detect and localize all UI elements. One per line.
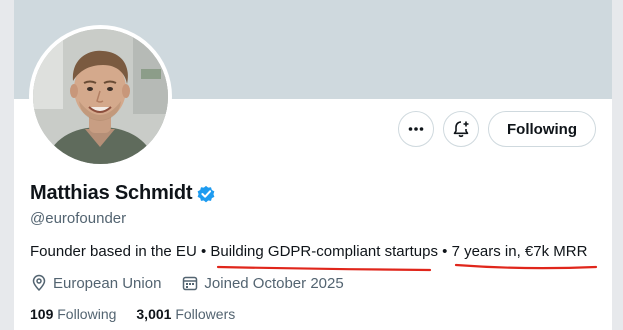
name-row: Matthias Schmidt bbox=[30, 182, 216, 205]
location-pin-icon bbox=[32, 274, 46, 292]
calendar-icon bbox=[183, 276, 198, 291]
bio-separator-1: • bbox=[196, 243, 211, 260]
avatar-ring[interactable] bbox=[29, 25, 172, 168]
following-button[interactable]: Following bbox=[488, 111, 596, 147]
bio-part-1: Founder based in the EU bbox=[30, 243, 197, 260]
profile-actions: Following bbox=[398, 111, 596, 147]
annotation-underline-1 bbox=[216, 265, 432, 272]
profile-meta: European Union Joined October 2025 bbox=[30, 274, 344, 292]
followers-count-link[interactable]: 3,001 Followers bbox=[136, 306, 235, 322]
bio-part-3: 7 years in, €7k MRR bbox=[451, 243, 588, 260]
followers-label: Followers bbox=[175, 306, 236, 322]
profile-card: Following Matthias Schmidt @eurofounder … bbox=[14, 0, 612, 330]
bell-plus-icon bbox=[453, 121, 469, 138]
display-name: Matthias Schmidt bbox=[30, 182, 193, 204]
location: European Union bbox=[30, 274, 161, 292]
user-handle: @eurofounder bbox=[30, 210, 127, 227]
notify-button[interactable] bbox=[443, 111, 480, 147]
more-horizontal-icon bbox=[408, 127, 424, 131]
bio: Founder based in the EU • Building GDPR-… bbox=[30, 243, 587, 260]
follow-stats: 109 Following 3,001 Followers bbox=[30, 306, 235, 322]
location-text: European Union bbox=[53, 274, 162, 292]
joined-text: Joined October 2025 bbox=[204, 274, 344, 292]
more-button[interactable] bbox=[398, 111, 435, 147]
joined-date: Joined October 2025 bbox=[181, 274, 344, 292]
annotation-underline-2 bbox=[454, 263, 598, 270]
bio-part-2: Building GDPR-compliant startups bbox=[210, 243, 438, 260]
avatar[interactable] bbox=[33, 29, 168, 164]
avatar-photo bbox=[33, 29, 168, 164]
followers-count: 3,001 bbox=[136, 306, 172, 322]
following-count-link[interactable]: 109 Following bbox=[30, 306, 116, 322]
following-count: 109 bbox=[30, 306, 54, 322]
bio-separator-2: • bbox=[437, 243, 452, 260]
verified-badge-icon[interactable] bbox=[196, 184, 216, 204]
following-label: Following bbox=[57, 306, 117, 322]
